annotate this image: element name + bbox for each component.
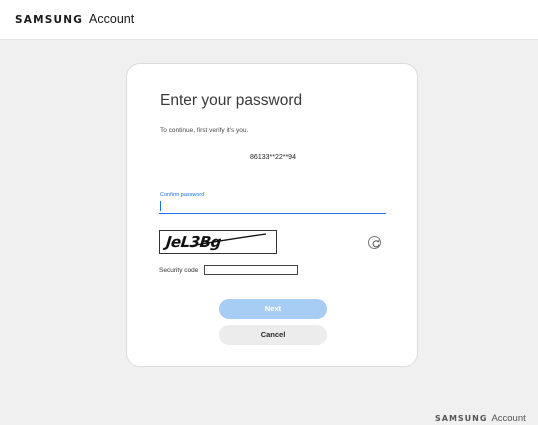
footer-samsung-account-logo: SAMSUNG Account (435, 413, 526, 424)
account-id: 86133**22**94 (250, 154, 296, 161)
samsung-logo-text: SAMSUNG (15, 14, 84, 26)
footer-account-logo-text: Account (491, 413, 526, 424)
subtitle: To continue, first verify it's you. (160, 127, 249, 134)
captcha-image: JeL3Bg (159, 230, 277, 254)
next-button[interactable]: Next (219, 299, 327, 319)
samsung-account-logo[interactable]: SAMSUNG Account (15, 12, 134, 26)
account-logo-text: Account (89, 12, 135, 26)
password-input[interactable] (159, 198, 386, 214)
footer-samsung-logo-text: SAMSUNG (435, 414, 488, 423)
top-bar: SAMSUNG Account (0, 0, 538, 40)
password-card: Enter your password To continue, first v… (126, 63, 418, 367)
refresh-captcha-button[interactable] (368, 236, 381, 249)
refresh-icon (372, 239, 379, 247)
captcha-strike-line (189, 233, 267, 247)
page-title: Enter your password (160, 92, 303, 109)
security-code-input[interactable] (204, 265, 298, 275)
text-caret (160, 201, 161, 211)
cancel-button[interactable]: Cancel (219, 325, 327, 345)
security-code-label: Security code (159, 267, 199, 274)
